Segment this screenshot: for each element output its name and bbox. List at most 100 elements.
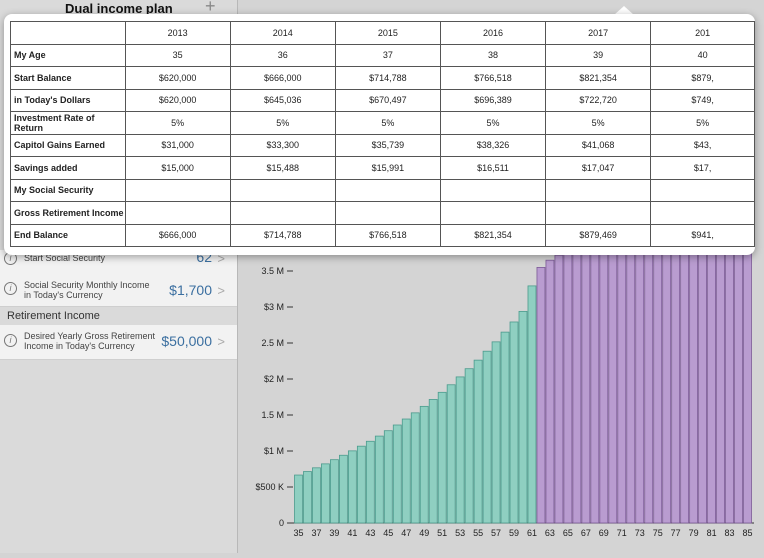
balance-bar[interactable] [554, 254, 564, 524]
balance-bar[interactable] [680, 252, 690, 524]
table-row: My Age 35 36 37 38 39 40 [10, 43, 755, 67]
balance-bar[interactable] [698, 252, 707, 524]
balance-bar[interactable] [419, 405, 429, 524]
table-cell: $696,389 [439, 88, 547, 112]
table-cell: $670,497 [334, 88, 441, 112]
balance-bar[interactable] [716, 252, 725, 524]
balance-bar[interactable] [563, 252, 573, 524]
balance-bar[interactable] [294, 474, 303, 524]
table-cell: 35 [124, 43, 231, 67]
balance-bar[interactable] [446, 384, 456, 524]
balance-bar[interactable] [330, 459, 339, 524]
balance-bar[interactable] [365, 440, 375, 524]
balance-bar[interactable] [527, 285, 537, 524]
row-label: Investment Rate of Return [10, 111, 126, 135]
balance-bar[interactable] [572, 252, 582, 524]
table-cell: $620,000 [124, 66, 231, 90]
table-cell: $666,000 [229, 66, 336, 90]
year-header: 201 [650, 21, 755, 45]
table-cell [229, 201, 336, 225]
y-tick-label: 2.5 M [261, 338, 284, 348]
x-tick-label: 55 [473, 528, 483, 538]
balance-bar[interactable] [410, 412, 420, 524]
x-tick-label: 73 [635, 528, 645, 538]
info-icon[interactable]: i [4, 334, 17, 347]
balance-bar[interactable] [689, 252, 699, 524]
balance-bar[interactable] [725, 252, 734, 524]
balance-bar[interactable] [581, 252, 591, 524]
balance-bar[interactable] [590, 252, 600, 524]
table-cell: $38,326 [439, 133, 547, 157]
table-cell [545, 201, 652, 225]
balance-bar[interactable] [662, 252, 672, 524]
balance-bar[interactable] [626, 252, 636, 524]
x-tick-label: 49 [419, 528, 429, 538]
balance-bar[interactable] [347, 450, 357, 524]
desired-income-value: $50,000 [161, 333, 212, 349]
balance-bar[interactable] [482, 350, 492, 524]
social-security-monthly-row[interactable]: i Social Security Monthly Income in Toda… [0, 268, 237, 307]
row-label: Savings added [10, 156, 126, 180]
balance-bar[interactable] [545, 259, 555, 524]
x-tick-label: 63 [545, 528, 555, 538]
table-cell [124, 178, 231, 202]
table-cell: $766,518 [439, 66, 547, 90]
balance-bar[interactable] [303, 471, 312, 524]
table-cell [229, 178, 336, 202]
balance-bar[interactable] [509, 321, 519, 524]
desired-income-row[interactable]: i Desired Yearly Gross Retirement Income… [0, 325, 237, 360]
social-security-monthly-label-1: Social Security Monthly Income [24, 280, 150, 290]
balance-bar[interactable] [734, 252, 743, 524]
balance-bar[interactable] [536, 266, 546, 524]
balance-bar[interactable] [491, 341, 501, 524]
balance-bar[interactable] [374, 435, 384, 524]
balance-bar[interactable] [473, 359, 483, 524]
balance-bar[interactable] [644, 252, 654, 524]
table-cell: 39 [545, 43, 652, 67]
balance-bar[interactable] [599, 252, 609, 524]
y-tick-label: $2 M [264, 374, 284, 384]
balance-bar[interactable] [455, 376, 465, 524]
table-cell: 5% [124, 111, 231, 135]
table-cell: 40 [650, 43, 755, 67]
balance-bar[interactable] [428, 399, 438, 524]
table-row: My Social Security [10, 178, 755, 202]
x-tick-label: 35 [293, 528, 303, 538]
balance-bar[interactable] [392, 424, 402, 524]
balance-bar[interactable] [312, 467, 321, 524]
balance-bar[interactable] [401, 418, 411, 524]
x-tick-label: 81 [707, 528, 717, 538]
table-cell: $17, [650, 156, 755, 180]
table-cell: $766,518 [334, 223, 441, 247]
balance-bar[interactable] [635, 252, 645, 524]
balance-bar[interactable] [356, 445, 366, 524]
info-icon[interactable]: i [4, 282, 17, 295]
table-cell: $620,000 [124, 88, 231, 112]
balance-bar[interactable] [321, 463, 330, 524]
table-row: Capitol Gains Earned $31,000 $33,300 $35,73… [10, 133, 755, 157]
balance-bar[interactable] [671, 252, 681, 524]
x-tick-label: 71 [617, 528, 627, 538]
balance-bar[interactable] [383, 430, 393, 524]
chevron-right-icon: > [217, 283, 225, 298]
balance-bar[interactable] [464, 368, 474, 524]
table-row: in Today's Dollars $620,000 $645,036 $670,4… [10, 88, 755, 112]
table-cell: $15,991 [334, 156, 441, 180]
balance-bar[interactable] [653, 252, 663, 524]
balance-bar[interactable] [743, 252, 752, 524]
x-tick-label: 69 [599, 528, 609, 538]
table-cell: $43, [650, 133, 755, 157]
balance-bar[interactable] [437, 391, 447, 524]
balance-bar[interactable] [500, 331, 510, 524]
table-cell [439, 178, 547, 202]
table-cell [124, 201, 231, 225]
balance-bar[interactable] [339, 454, 348, 524]
chevron-right-icon: > [217, 334, 225, 349]
balance-bar[interactable] [617, 252, 627, 524]
balance-bar[interactable] [707, 252, 716, 524]
balance-bar[interactable] [518, 310, 528, 524]
balance-bar[interactable] [608, 252, 618, 524]
table-cell: 5% [650, 111, 755, 135]
table-cell: $16,511 [439, 156, 547, 180]
table-cell: 5% [439, 111, 547, 135]
